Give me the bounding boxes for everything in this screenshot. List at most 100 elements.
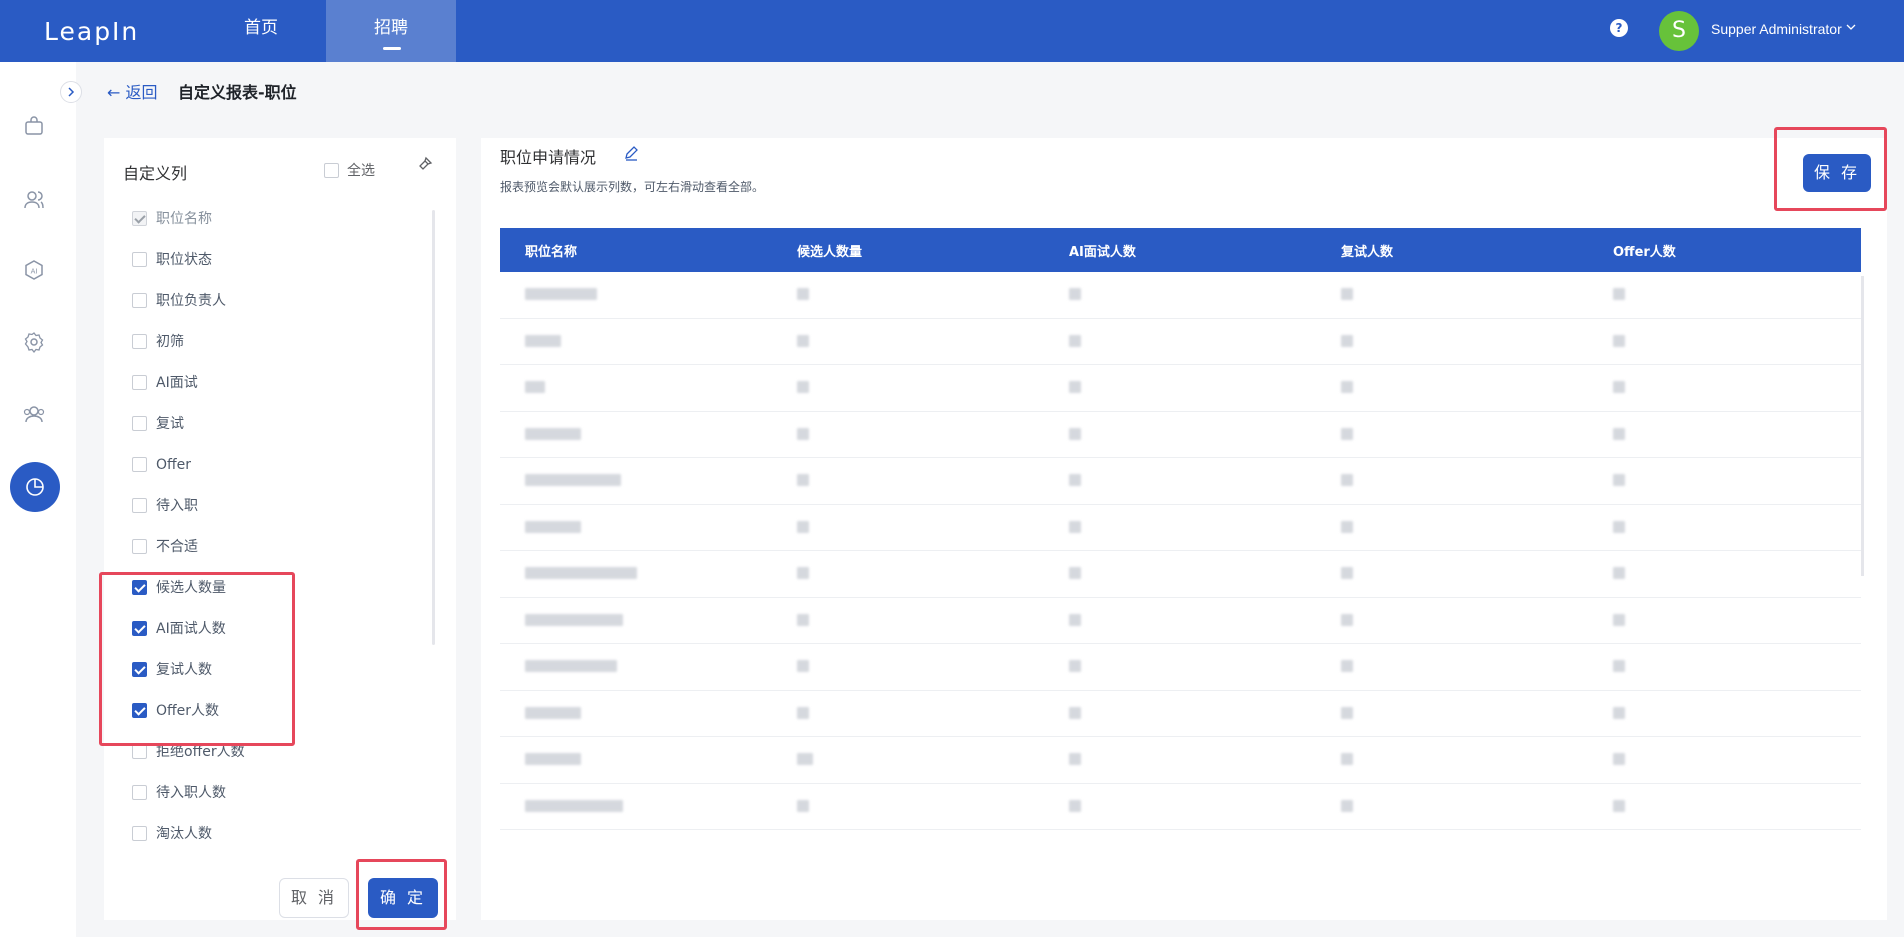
column-option[interactable]: 职位负责人 <box>132 280 422 321</box>
redacted-value <box>1341 474 1353 487</box>
column-checkbox[interactable] <box>132 785 147 800</box>
user-name[interactable]: Supper Administrator <box>1711 21 1842 37</box>
edit-icon[interactable] <box>623 145 639 161</box>
table-cell <box>772 471 1044 490</box>
back-link[interactable]: ← 返回 <box>107 79 158 103</box>
sidebar-toggle-button[interactable] <box>60 81 82 103</box>
column-option-label: 拒绝offer人数 <box>156 743 245 760</box>
chevron-down-icon[interactable] <box>1846 22 1856 32</box>
table-cell <box>1044 378 1316 397</box>
table-cell <box>772 657 1044 676</box>
redacted-value <box>797 660 809 673</box>
column-checkbox[interactable] <box>132 826 147 841</box>
column-option[interactable]: Offer <box>132 444 422 485</box>
column-option[interactable]: 待入职人数 <box>132 772 422 813</box>
redacted-value <box>1341 567 1353 580</box>
table-cell <box>1044 797 1316 816</box>
redacted-value <box>1069 381 1081 394</box>
table-cell <box>1588 518 1860 537</box>
nav-recruit[interactable]: 招聘 <box>326 0 456 62</box>
select-all-label: 全选 <box>347 163 375 179</box>
settings-icon[interactable] <box>22 330 46 354</box>
redacted-value <box>797 520 809 533</box>
cancel-button[interactable]: 取 消 <box>279 878 349 918</box>
redacted-value <box>797 427 809 440</box>
redacted-value <box>1341 660 1353 673</box>
ai-icon[interactable]: AI <box>22 258 46 282</box>
table-cell <box>500 704 772 723</box>
table-cell <box>500 611 772 630</box>
table-header-cell: 职位名称 <box>525 244 578 260</box>
column-checkbox[interactable] <box>132 539 147 554</box>
report-nav-active[interactable] <box>10 462 60 512</box>
table-scrollbar[interactable] <box>1861 276 1864 576</box>
column-checkbox[interactable] <box>132 498 147 513</box>
team-icon[interactable] <box>22 402 46 426</box>
redacted-value <box>797 799 809 812</box>
table-cell <box>1588 657 1860 676</box>
column-option[interactable]: AI面试 <box>132 362 422 403</box>
redacted-value <box>1069 567 1081 580</box>
clear-brush-icon[interactable] <box>417 156 433 172</box>
top-bar: LeapIn 首页 招聘 ? S Supper Administrator <box>0 0 1904 62</box>
column-option[interactable]: 复试 <box>132 403 422 444</box>
table-cell <box>500 332 772 351</box>
table-cell <box>772 378 1044 397</box>
column-option[interactable]: 不合适 <box>132 526 422 567</box>
table-cell <box>1316 471 1588 490</box>
column-checkbox[interactable] <box>132 375 147 390</box>
app-logo[interactable]: LeapIn <box>44 17 139 46</box>
redacted-value <box>1341 334 1353 347</box>
table-cell <box>1316 378 1588 397</box>
table-cell <box>1588 378 1860 397</box>
table-cell <box>1588 564 1860 583</box>
avatar[interactable]: S <box>1659 11 1699 51</box>
column-option[interactable]: 初筛 <box>132 321 422 362</box>
table-row <box>500 272 1861 319</box>
table-cell <box>500 285 772 304</box>
select-all-box[interactable] <box>324 162 339 178</box>
table-header: 职位名称 候选人数量 AI面试人数 复试人数 Offer人数 <box>500 228 1861 272</box>
table-cell <box>500 750 772 769</box>
redacted-value <box>797 567 809 580</box>
column-option-label: 职位负责人 <box>156 292 226 309</box>
column-option-label: 职位状态 <box>156 251 212 268</box>
redacted-value <box>797 753 813 766</box>
nav-recruit-label: 招聘 <box>374 18 408 38</box>
redacted-value <box>525 334 561 347</box>
candidates-icon[interactable] <box>22 188 46 212</box>
list-scrollbar[interactable] <box>432 210 435 645</box>
column-option[interactable]: 淘汰人数 <box>132 813 422 854</box>
redacted-value <box>797 288 809 301</box>
column-checkbox <box>132 211 147 226</box>
redacted-value <box>1069 660 1081 673</box>
svg-text:AI: AI <box>31 268 38 276</box>
page-title: 自定义报表-职位 <box>178 83 297 102</box>
nav-home[interactable]: 首页 <box>196 0 326 62</box>
panel-title: 自定义列 <box>123 164 188 183</box>
table-cell <box>1044 704 1316 723</box>
column-checkbox[interactable] <box>132 334 147 349</box>
redacted-value <box>1341 427 1353 440</box>
redacted-value <box>1069 520 1081 533</box>
sidebar: AI <box>0 62 76 937</box>
column-option[interactable]: 待入职 <box>132 485 422 526</box>
help-icon[interactable]: ? <box>1610 19 1628 37</box>
column-option[interactable]: 职位状态 <box>132 239 422 280</box>
column-checkbox[interactable] <box>132 457 147 472</box>
table-cell <box>1316 425 1588 444</box>
column-checkbox[interactable] <box>132 416 147 431</box>
redacted-value <box>1341 706 1353 719</box>
table-cell <box>772 285 1044 304</box>
column-option[interactable]: 职位名称 <box>132 198 422 239</box>
redacted-value <box>1613 753 1625 766</box>
column-checkbox[interactable] <box>132 744 147 759</box>
report-title: 职位申请情况 <box>500 148 597 167</box>
briefcase-icon[interactable] <box>22 114 46 138</box>
column-checkbox[interactable] <box>132 293 147 308</box>
table-cell <box>772 611 1044 630</box>
redacted-value <box>525 474 621 487</box>
column-checkbox[interactable] <box>132 252 147 267</box>
redacted-value <box>1069 288 1081 301</box>
select-all-checkbox[interactable]: 全选 <box>324 160 375 180</box>
